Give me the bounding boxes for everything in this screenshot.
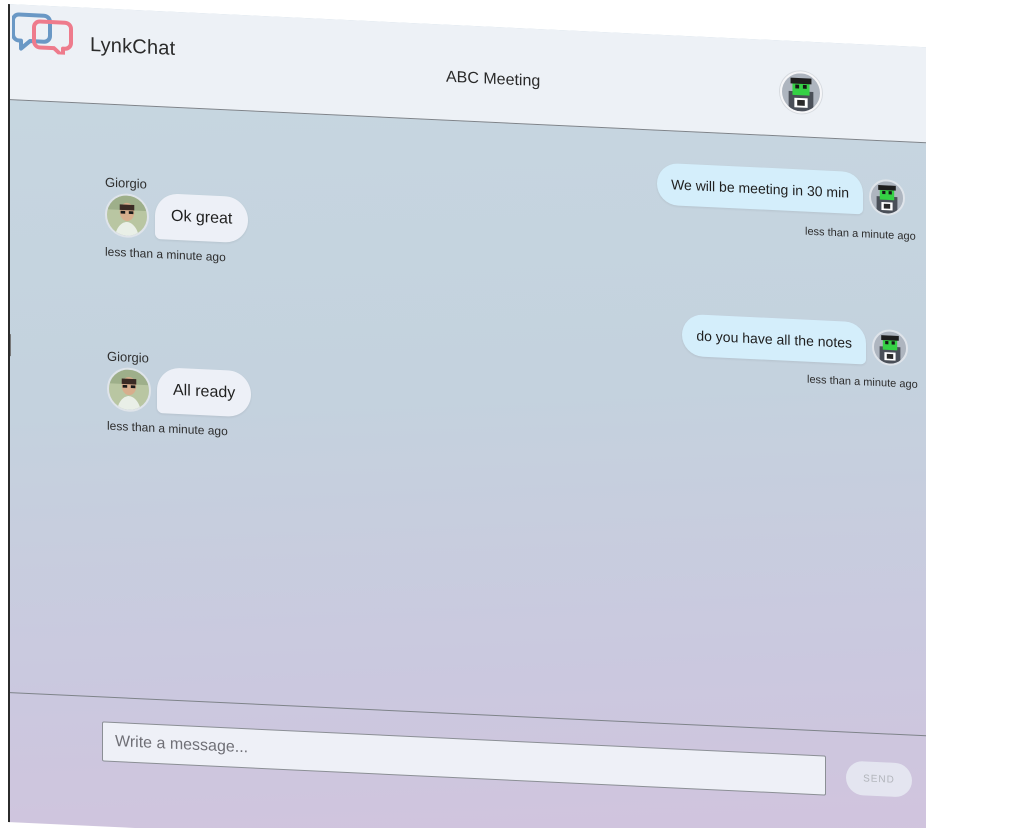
message-text: Ok great [171, 207, 233, 228]
person-avatar-icon [109, 368, 149, 411]
message-text: All ready [173, 381, 236, 402]
message-incoming: Ok great [105, 191, 249, 244]
message-timestamp: less than a minute ago [807, 373, 918, 391]
app-name: LynkChat [90, 33, 176, 60]
current-user-avatar[interactable] [780, 70, 822, 115]
chat-window: LynkChat ABC Meeting We will be meeting … [8, 4, 926, 828]
message-avatar [105, 192, 149, 239]
message-avatar [869, 178, 905, 217]
message-input[interactable] [102, 721, 826, 796]
room-title: ABC Meeting [446, 68, 541, 91]
message-text: We will be meeting in 30 min [671, 176, 849, 201]
screen: LynkChat ABC Meeting We will be meeting … [0, 0, 1018, 828]
message-timestamp: less than a minute ago [105, 244, 226, 265]
message-list: We will be meeting in 30 min less than a… [10, 100, 926, 735]
message-avatar [107, 366, 151, 413]
message-bubble: do you have all the notes [682, 313, 866, 365]
pixel-avatar-icon [874, 330, 906, 365]
message-bubble: All ready [157, 367, 252, 418]
message-outgoing: do you have all the notes [682, 313, 908, 367]
pixel-avatar-icon [871, 180, 903, 215]
message-timestamp: less than a minute ago [805, 225, 916, 243]
message-text: do you have all the notes [696, 327, 852, 351]
message-outgoing: We will be meeting in 30 min [657, 162, 905, 217]
message-bubble: Ok great [155, 192, 249, 244]
message-incoming: All ready [107, 365, 252, 418]
message-bubble: We will be meeting in 30 min [657, 162, 863, 215]
send-button[interactable]: SEND [846, 760, 912, 798]
message-avatar [872, 328, 908, 367]
sender-name: Giorgio [105, 174, 147, 192]
pixel-avatar-icon [782, 72, 820, 113]
lynkchat-logo-icon [12, 6, 74, 56]
sender-name: Giorgio [107, 348, 149, 366]
person-avatar-icon [107, 194, 147, 237]
message-timestamp: less than a minute ago [107, 418, 228, 439]
